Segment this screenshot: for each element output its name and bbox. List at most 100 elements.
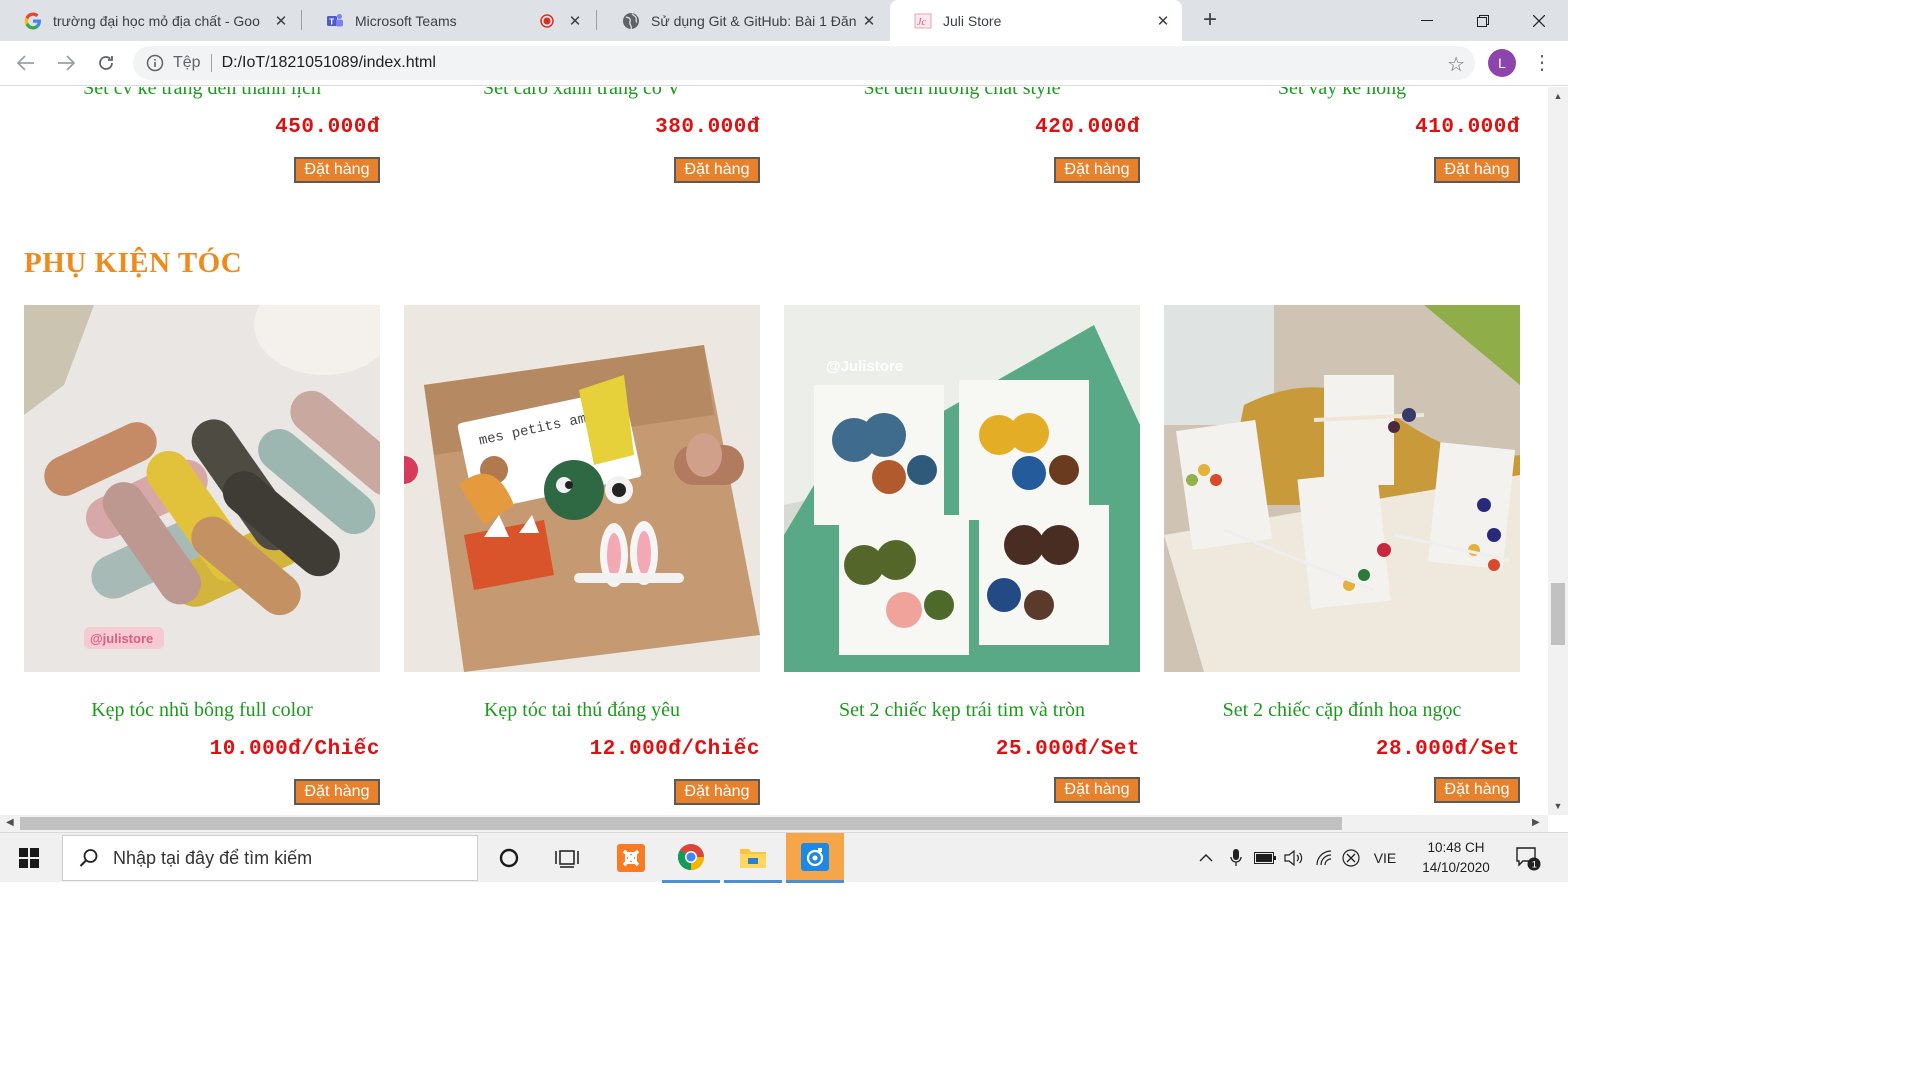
order-button[interactable]: Đặt hàng (1434, 777, 1520, 803)
vertical-scrollbar[interactable]: ▲ ▼ (1548, 87, 1568, 815)
url-text[interactable]: D:/IoT/1821051089/index.html (222, 54, 436, 72)
product-name[interactable]: Set caro xanh trắng cổ V (404, 87, 760, 100)
address-bar[interactable]: Tệp D:/IoT/1821051089/index.html ☆ (133, 46, 1475, 80)
tab-title: trường đại học mỏ địa chất - Goo (53, 12, 260, 29)
product-name[interactable]: Set 2 chiếc cặp đính hoa ngọc (1164, 699, 1520, 722)
svg-text:T: T (329, 17, 334, 26)
product-price: 10.000đ/Chiếc (209, 738, 380, 761)
product-name[interactable]: Kẹp tóc nhũ bông full color (24, 699, 380, 722)
profile-avatar[interactable]: L (1488, 49, 1516, 77)
restore-button[interactable] (1456, 0, 1510, 41)
info-icon[interactable] (145, 54, 165, 72)
close-tab-icon[interactable]: ✕ (860, 12, 878, 30)
tab-title: Juli Store (943, 12, 1002, 29)
product-name[interactable]: Set cv kẻ trắng đen thanh lịch (24, 87, 380, 100)
product-card: Set caro xanh trắng cổ V 380.000đ Đặt hà… (404, 87, 760, 183)
wifi-icon[interactable] (1314, 833, 1336, 883)
horizontal-scrollbar[interactable]: ◀ ▶ (0, 815, 1548, 832)
search-placeholder: Nhập tại đây để tìm kiếm (113, 847, 313, 868)
order-button[interactable]: Đặt hàng (294, 157, 380, 183)
volume-icon[interactable] (1282, 833, 1306, 883)
product-name[interactable]: Kẹp tóc tai thú đáng yêu (404, 699, 760, 722)
back-button[interactable] (12, 49, 40, 77)
close-tab-icon[interactable]: ✕ (1154, 12, 1172, 30)
tab-title: Microsoft Teams (355, 12, 457, 29)
battery-icon[interactable] (1252, 833, 1278, 883)
order-button[interactable]: Đặt hàng (1054, 777, 1140, 803)
product-image[interactable]: mes petits amis (404, 305, 760, 672)
no-connection-icon[interactable] (1340, 833, 1362, 883)
order-button[interactable]: Đặt hàng (294, 779, 380, 805)
order-button[interactable]: Đặt hàng (674, 779, 760, 805)
show-hidden-icons-chevron-icon[interactable] (1196, 833, 1216, 883)
cortana-icon[interactable] (480, 833, 538, 883)
product-price: 380.000đ (655, 116, 760, 139)
product-card: Set 2 chiếc kẹp trái tim và tròn 25.000đ… (784, 699, 1140, 803)
recording-icon (538, 13, 556, 28)
scroll-down-icon[interactable]: ▼ (1553, 801, 1563, 811)
product-image[interactable] (1164, 305, 1520, 672)
clock-time: 10:48 CH (1427, 840, 1485, 855)
product-price: 420.000đ (1035, 116, 1140, 139)
tab-separator (596, 10, 597, 30)
file-explorer-icon[interactable] (724, 833, 782, 883)
teams-icon: T (326, 12, 344, 30)
product-name[interactable]: Set 2 chiếc kẹp trái tim và tròn (784, 699, 1140, 722)
notification-count: 1 (1532, 860, 1537, 871)
snipping-tool-icon[interactable] (786, 833, 844, 883)
tab-juli-store[interactable]: Jc Juli Store ✕ (890, 0, 1182, 41)
globe-icon (622, 12, 640, 30)
reload-button[interactable] (92, 49, 120, 77)
product-price: 450.000đ (275, 116, 380, 139)
start-button[interactable] (0, 833, 58, 883)
chrome-icon[interactable] (662, 833, 720, 883)
product-name[interactable]: Set váy kẻ hồng (1164, 87, 1520, 100)
horizontal-scroll-thumb[interactable] (20, 817, 1342, 830)
order-button[interactable]: Đặt hàng (1434, 157, 1520, 183)
product-image[interactable]: @julistore (24, 305, 380, 672)
tab-git-github[interactable]: Sử dụng Git & GitHub: Bài 1 Đăn ✕ (598, 0, 888, 41)
product-card: Set váy kẻ hồng 410.000đ Đặt hàng (1164, 87, 1520, 183)
microphone-icon[interactable] (1226, 833, 1246, 883)
search-icon (79, 848, 101, 868)
windows-logo-icon (19, 848, 39, 868)
vertical-scroll-thumb[interactable] (1551, 583, 1565, 645)
scroll-right-icon[interactable]: ▶ (1532, 817, 1540, 828)
browser-menu-icon[interactable]: ⋮ (1532, 49, 1552, 77)
order-button[interactable]: Đặt hàng (1054, 157, 1140, 183)
product-card: Kẹp tóc tai thú đáng yêu 12.000đ/Chiếc Đ… (404, 699, 760, 805)
svg-text:Jc: Jc (917, 17, 926, 28)
tab-microsoft-teams[interactable]: T Microsoft Teams ✕ (302, 0, 594, 41)
windows-taskbar: Nhập tại đây để tìm kiếm VIE 10:48 CH 14… (0, 832, 1568, 883)
product-image[interactable]: @Julistore (784, 305, 1140, 672)
section-title: PHỤ KIỆN TÓC (24, 247, 243, 279)
browser-tab-strip: trường đại học mỏ địa chất - Goo ✕ T Mic… (0, 0, 1568, 41)
scroll-left-icon[interactable]: ◀ (6, 817, 14, 828)
product-card: Set 2 chiếc cặp đính hoa ngọc 28.000đ/Se… (1164, 699, 1520, 803)
new-tab-button[interactable]: + (1197, 6, 1223, 34)
image-watermark: @julistore (90, 631, 153, 646)
minimize-button[interactable] (1400, 0, 1454, 41)
product-price: 28.000đ/Set (1375, 738, 1520, 761)
divider (210, 54, 212, 72)
order-button[interactable]: Đặt hàng (674, 157, 760, 183)
page-viewport: Set cv kẻ trắng đen thanh lịch 450.000đ … (0, 87, 1548, 815)
scroll-up-icon[interactable]: ▲ (1553, 91, 1563, 101)
close-tab-icon[interactable]: ✕ (566, 12, 584, 30)
close-tab-icon[interactable]: ✕ (272, 12, 290, 30)
input-language[interactable]: VIE (1370, 833, 1400, 883)
notification-center-icon[interactable]: 1 (1512, 833, 1544, 883)
close-window-button[interactable] (1512, 0, 1566, 41)
taskbar-search-input[interactable]: Nhập tại đây để tìm kiếm (62, 835, 478, 881)
taskbar-clock[interactable]: 10:48 CH 14/10/2020 (1408, 838, 1504, 878)
google-icon (24, 12, 42, 30)
tab-google-search[interactable]: trường đại học mỏ địa chất - Goo ✕ (0, 0, 300, 41)
bookmark-star-icon[interactable]: ☆ (1447, 52, 1465, 77)
task-view-icon[interactable] (538, 833, 596, 883)
forward-button[interactable] (52, 49, 80, 77)
product-name[interactable]: Set đen hướng chất style (784, 87, 1140, 100)
xampp-icon[interactable] (602, 833, 660, 883)
product-price: 25.000đ/Set (995, 738, 1140, 761)
product-card: Set đen hướng chất style 420.000đ Đặt hà… (784, 87, 1140, 183)
product-price: 410.000đ (1415, 116, 1520, 139)
